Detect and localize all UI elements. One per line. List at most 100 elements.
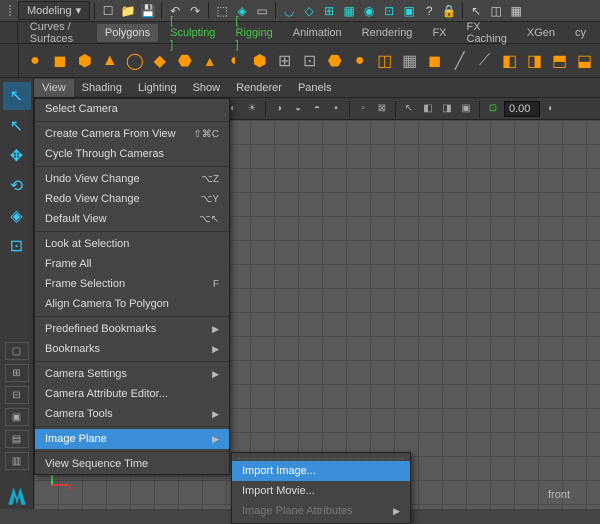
snap-grid-icon[interactable]: ⊞ <box>320 2 338 20</box>
shadows-icon[interactable]: ◑ <box>271 101 287 117</box>
menu-frame-selection[interactable]: Frame SelectionF <box>35 274 229 294</box>
menu-cycle-cameras[interactable]: Cycle Through Cameras <box>35 144 229 164</box>
main-area: ↖ ↖ ✥ ⟲ ◈ ⊡ ▢ ⊞ ⊟ ▣ ▤ ▥ View Shading Lig… <box>0 78 600 509</box>
poly-combine-icon[interactable]: ⬓ <box>575 48 594 74</box>
menu-predefined-bookmarks[interactable]: Predefined Bookmarks▶ <box>35 319 229 339</box>
menu-create-camera[interactable]: Create Camera From View⇧⌘C <box>35 124 229 144</box>
menu-view-sequence[interactable]: View Sequence Time <box>35 454 229 474</box>
snap-toggle-icon[interactable]: ▣ <box>400 2 418 20</box>
layout-four-icon[interactable]: ⊞ <box>5 364 29 382</box>
poly-type-icon[interactable]: ⬢ <box>250 48 269 74</box>
panel-menu-view[interactable]: View <box>34 79 74 97</box>
expose-icon[interactable]: ⊡ <box>485 101 501 117</box>
gizmo3-icon[interactable]: ▣ <box>458 101 474 117</box>
snap-view-icon[interactable]: ◉ <box>360 2 378 20</box>
gizmo2-icon[interactable]: ◨ <box>439 101 455 117</box>
select-tool[interactable]: ↖ <box>3 82 31 110</box>
rotate-tool[interactable]: ⟲ <box>3 172 31 200</box>
poly-bevel-icon[interactable]: ◨ <box>525 48 544 74</box>
lasso-tool[interactable]: ↖ <box>3 112 31 140</box>
poly-tool2-icon[interactable]: ⊡ <box>300 48 319 74</box>
panel-menu-lighting[interactable]: Lighting <box>130 79 185 97</box>
poly-extrude-icon[interactable]: ◧ <box>500 48 519 74</box>
poly-smooth-icon[interactable]: ▦ <box>400 48 419 74</box>
poly-subd-icon[interactable]: ◼ <box>425 48 444 74</box>
isolate-icon[interactable]: ▫ <box>355 101 371 117</box>
tab-fx[interactable]: FX <box>424 24 454 42</box>
layout-outliner-icon[interactable]: ▤ <box>5 430 29 448</box>
poly-cube-icon[interactable]: ◼ <box>50 48 69 74</box>
arrow-icon[interactable]: ↖ <box>401 101 417 117</box>
poly-line-icon[interactable]: ╱ <box>450 48 469 74</box>
help-icon[interactable]: ? <box>420 2 438 20</box>
poly-sphere-icon[interactable]: ● <box>25 48 44 74</box>
poly-torus-icon[interactable]: ◯ <box>125 48 144 74</box>
grip-handle[interactable] <box>6 4 14 18</box>
aa-icon[interactable]: ▪ <box>328 101 344 117</box>
panel-menu-renderer[interactable]: Renderer <box>228 79 290 97</box>
menu-camera-settings[interactable]: Camera Settings▶ <box>35 364 229 384</box>
poly-pyramid-icon[interactable]: ▴ <box>200 48 219 74</box>
panel-menu-bar: View Shading Lighting Show Renderer Pane… <box>34 78 600 98</box>
save-file-icon[interactable]: 💾 <box>139 2 157 20</box>
submenu-import-image[interactable]: Import Image... <box>232 461 410 481</box>
tab-fxcaching[interactable]: FX Caching <box>459 18 515 48</box>
ao-icon[interactable]: ◒ <box>290 101 306 117</box>
layout-two-icon[interactable]: ⊟ <box>5 386 29 404</box>
layout-graph-icon[interactable]: ▥ <box>5 452 29 470</box>
motion-blur-icon[interactable]: ◓ <box>309 101 325 117</box>
panel-menu-show[interactable]: Show <box>185 79 229 97</box>
tab-polygons[interactable]: Polygons <box>97 24 158 42</box>
new-file-icon[interactable]: ☐ <box>99 2 117 20</box>
shelf-icons-row: ● ◼ ⬢ ▲ ◯ ◆ ⬣ ▴ ◐ ⬢ ⊞ ⊡ ⬣ ● ◫ ▦ ◼ ╱ ⟋ ◧ … <box>0 44 600 78</box>
layout-persp-icon[interactable]: ▣ <box>5 408 29 426</box>
open-file-icon[interactable]: 📁 <box>119 2 137 20</box>
panel-menu-panels[interactable]: Panels <box>290 79 340 97</box>
toolbox: ↖ ↖ ✥ ⟲ ◈ ⊡ ▢ ⊞ ⊟ ▣ ▤ ▥ <box>0 78 34 509</box>
gizmo1-icon[interactable]: ◧ <box>420 101 436 117</box>
poly-tool1-icon[interactable]: ⊞ <box>275 48 294 74</box>
light-icon[interactable]: ☀ <box>244 101 260 117</box>
move-tool[interactable]: ✥ <box>3 142 31 170</box>
poly-cylinder-icon[interactable]: ⬢ <box>75 48 94 74</box>
menu-camera-tools[interactable]: Camera Tools▶ <box>35 404 229 424</box>
poly-sphere2-icon[interactable]: ● <box>350 48 369 74</box>
poly-disc-icon[interactable]: ⬣ <box>175 48 194 74</box>
poly-plane-icon[interactable]: ◆ <box>150 48 169 74</box>
menu-look-at[interactable]: Look at Selection <box>35 234 229 254</box>
tab-cy[interactable]: cy <box>567 24 594 42</box>
snap-plane-icon[interactable]: ▦ <box>340 2 358 20</box>
chevron-right-icon: ▶ <box>212 409 219 420</box>
poly-torus2-icon[interactable]: ⬣ <box>325 48 344 74</box>
snap-curve-icon[interactable]: ◡ <box>280 2 298 20</box>
panel-menu-shading[interactable]: Shading <box>74 79 130 97</box>
exposure-value[interactable]: 0.00 <box>504 101 540 117</box>
menu-redo-view[interactable]: Redo View Change⌥Y <box>35 189 229 209</box>
xray-icon[interactable]: ⊠ <box>374 101 390 117</box>
menu-default-view[interactable]: Default View⌥↖ <box>35 209 229 229</box>
submenu-import-movie[interactable]: Import Movie... <box>232 481 410 501</box>
poly-pipe-icon[interactable]: ◐ <box>225 48 244 74</box>
snap-point-icon[interactable]: ◇ <box>300 2 318 20</box>
tab-xgen[interactable]: XGen <box>519 24 563 42</box>
poly-bridge-icon[interactable]: ⬒ <box>550 48 569 74</box>
poly-edge-icon[interactable]: ⟋ <box>475 48 494 74</box>
menu-camera-attr[interactable]: Camera Attribute Editor... <box>35 384 229 404</box>
poly-mirror-icon[interactable]: ◫ <box>375 48 394 74</box>
poly-cone-icon[interactable]: ▲ <box>100 48 119 74</box>
menu-undo-view[interactable]: Undo View Change⌥Z <box>35 169 229 189</box>
menu-select-camera[interactable]: Select Camera <box>35 99 229 119</box>
menu-bookmarks[interactable]: Bookmarks▶ <box>35 339 229 359</box>
tab-rendering[interactable]: Rendering <box>354 24 421 42</box>
tab-animation[interactable]: Animation <box>285 24 350 42</box>
gamma-icon[interactable]: ◐ <box>543 101 559 117</box>
tab-curves[interactable]: Curves / Surfaces <box>22 18 93 48</box>
scale-tool[interactable]: ◈ <box>3 202 31 230</box>
layout-single-icon[interactable]: ▢ <box>5 342 29 360</box>
brush-tool[interactable]: ⊡ <box>3 232 31 260</box>
menu-frame-all[interactable]: Frame All <box>35 254 229 274</box>
menu-align-camera[interactable]: Align Camera To Polygon <box>35 294 229 314</box>
menu-image-plane[interactable]: Image Plane▶ <box>35 429 229 449</box>
snap-live-icon[interactable]: ⊡ <box>380 2 398 20</box>
lock-icon[interactable]: 🔒 <box>440 2 458 20</box>
